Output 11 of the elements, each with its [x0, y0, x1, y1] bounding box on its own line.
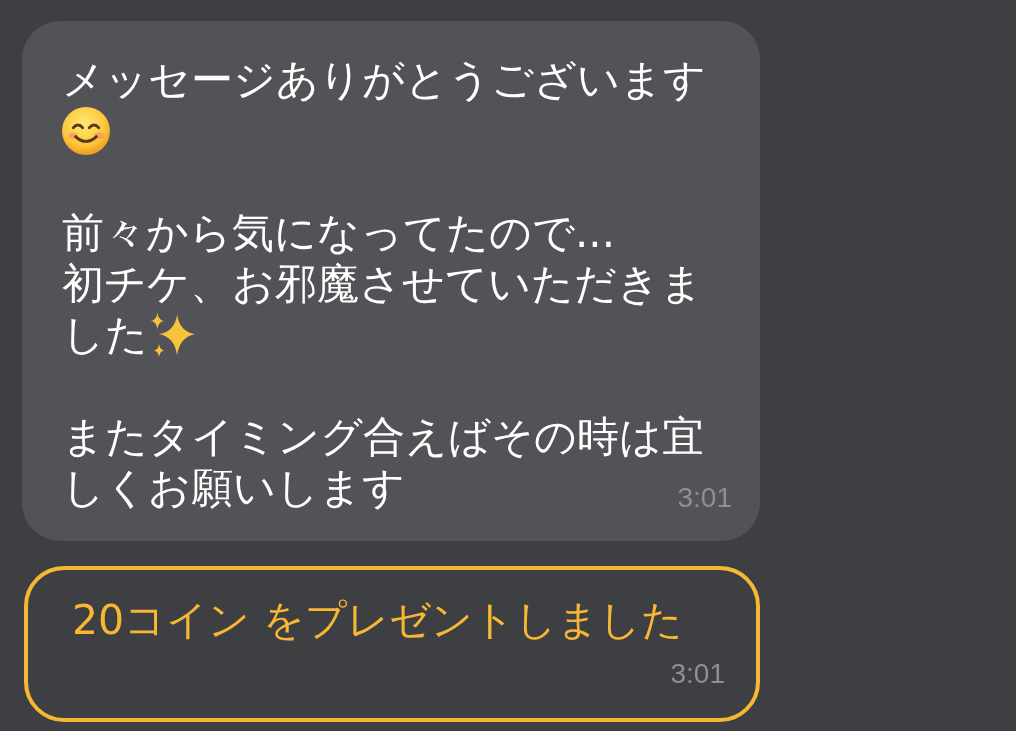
message-text: した	[62, 309, 148, 360]
gift-notice-text: 20コイン をプレゼントしました	[72, 595, 684, 646]
message-time: 3:01	[677, 481, 732, 515]
message-text: またタイミング合えばその時は宜	[62, 411, 704, 462]
message-text: メッセージありがとうございます	[62, 54, 706, 105]
sparkles-icon	[150, 311, 196, 358]
smiling-face-icon	[62, 106, 110, 155]
message-text: しくお願いします	[62, 462, 405, 513]
message-text: 初チケ、お邪魔させていただきま	[62, 258, 703, 309]
message-time: 3:01	[670, 657, 725, 691]
message-text: 前々から気になってたので...	[62, 207, 616, 258]
